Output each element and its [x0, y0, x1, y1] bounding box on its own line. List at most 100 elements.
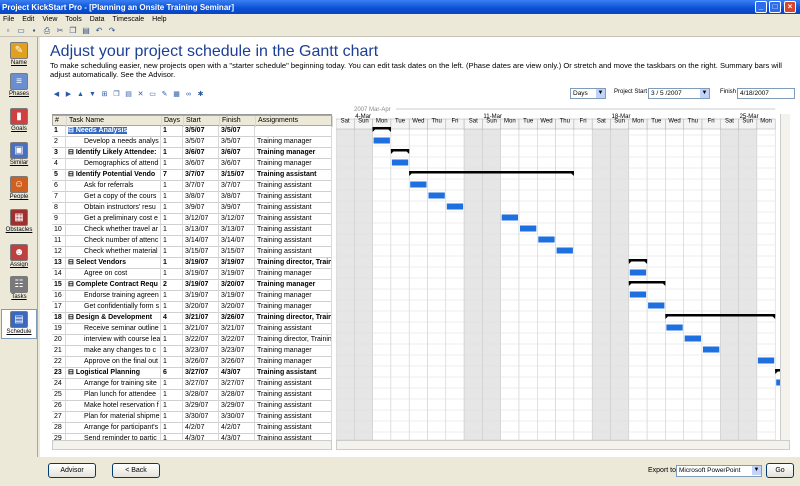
- cell-assignments[interactable]: Training manager: [255, 137, 332, 148]
- cell-task-name[interactable]: Develop a needs analys: [66, 137, 161, 148]
- cell-finish[interactable]: 3/19/07: [219, 269, 255, 280]
- cell-assignments[interactable]: Training assistant: [255, 181, 332, 192]
- cell-days[interactable]: 1: [161, 335, 183, 346]
- cell-start[interactable]: 3/7/07: [183, 170, 219, 181]
- cell-task-name[interactable]: ⊟ Complete Contract Requ: [66, 280, 161, 291]
- cell-start[interactable]: 3/30/07: [183, 412, 219, 423]
- sidebar-item-phases[interactable]: ≡ Phases: [1, 72, 37, 102]
- cell-number[interactable]: 3: [52, 148, 66, 159]
- cell-start[interactable]: 3/21/07: [183, 324, 219, 335]
- cell-start[interactable]: 3/23/07: [183, 346, 219, 357]
- cell-finish[interactable]: 3/19/07: [219, 258, 255, 269]
- cell-start[interactable]: 3/26/07: [183, 357, 219, 368]
- table-row[interactable]: 16 Endorse training agreen 1 3/19/07 3/19/07…: [52, 291, 332, 302]
- table-row[interactable]: 4 Demographics of attend 1 3/6/07 3/6/07 Trai…: [52, 159, 332, 170]
- arrow-up-icon[interactable]: ▲: [76, 90, 85, 99]
- cell-assignments[interactable]: Training manager: [255, 269, 332, 280]
- cut-icon[interactable]: ✂: [55, 26, 65, 36]
- advisor-button[interactable]: Advisor: [48, 463, 96, 478]
- cell-days[interactable]: 1: [161, 423, 183, 434]
- cell-assignments[interactable]: Training director, Training: [255, 335, 332, 346]
- close-button[interactable]: ×: [784, 1, 796, 13]
- sidebar-item-obstacles[interactable]: ▦ Obstacles: [1, 208, 37, 238]
- table-row[interactable]: 19 Receive seminar outline 1 3/21/07 3/21/07…: [52, 324, 332, 335]
- timescale-select[interactable]: Days ▼: [570, 88, 606, 99]
- table-row[interactable]: 13 ⊟ Select Vendors 1 3/19/07 3/19/07 Trainin…: [52, 258, 332, 269]
- cell-start[interactable]: 3/19/07: [183, 291, 219, 302]
- cell-task-name[interactable]: Endorse training agreen: [66, 291, 161, 302]
- cell-assignments[interactable]: [255, 126, 332, 137]
- cell-number[interactable]: 19: [52, 324, 66, 335]
- collapse-icon[interactable]: ⊟: [68, 127, 76, 134]
- arrow-down-icon[interactable]: ▼: [88, 90, 97, 99]
- cell-assignments[interactable]: Training director, Traini: [255, 313, 332, 324]
- cell-finish[interactable]: 4/3/07: [219, 368, 255, 379]
- cell-number[interactable]: 13: [52, 258, 66, 269]
- cell-number[interactable]: 27: [52, 412, 66, 423]
- table-row[interactable]: 24 Arrange for training site 1 3/27/07 3/27/…: [52, 379, 332, 390]
- cell-days[interactable]: 1: [161, 412, 183, 423]
- collapse-icon[interactable]: ⊟: [68, 259, 76, 266]
- cell-start[interactable]: 3/8/07: [183, 192, 219, 203]
- cell-assignments[interactable]: Training assistant: [255, 236, 332, 247]
- cell-start[interactable]: 3/27/07: [183, 379, 219, 390]
- cell-task-name[interactable]: Check whether travel ar: [66, 225, 161, 236]
- cell-number[interactable]: 14: [52, 269, 66, 280]
- cell-days[interactable]: 1: [161, 126, 183, 137]
- cell-finish[interactable]: 3/22/07: [219, 335, 255, 346]
- cell-assignments[interactable]: Training assistant: [255, 192, 332, 203]
- cell-finish[interactable]: 3/8/07: [219, 192, 255, 203]
- folder-icon[interactable]: ▭: [148, 90, 157, 99]
- cell-number[interactable]: 15: [52, 280, 66, 291]
- menu-data[interactable]: Data: [90, 16, 105, 23]
- cell-days[interactable]: 1: [161, 401, 183, 412]
- cell-task-name[interactable]: Plan lunch for attendee: [66, 390, 161, 401]
- table-row[interactable]: 3 ⊟ Identify Likely Attendee: 1 3/6/07 3/6/0…: [52, 148, 332, 159]
- cell-days[interactable]: 2: [161, 280, 183, 291]
- cell-days[interactable]: 1: [161, 247, 183, 258]
- paste-task-icon[interactable]: ▤: [124, 90, 133, 99]
- cell-finish[interactable]: 3/23/07: [219, 346, 255, 357]
- cell-days[interactable]: 1: [161, 357, 183, 368]
- cell-number[interactable]: 21: [52, 346, 66, 357]
- cell-finish[interactable]: 3/20/07: [219, 280, 255, 291]
- cell-start[interactable]: 3/9/07: [183, 203, 219, 214]
- cell-task-name[interactable]: ⊟ Select Vendors: [66, 258, 161, 269]
- back-button[interactable]: < Back: [112, 463, 160, 478]
- cell-assignments[interactable]: Training manager: [255, 159, 332, 170]
- cell-start[interactable]: 3/7/07: [183, 181, 219, 192]
- cell-number[interactable]: 26: [52, 401, 66, 412]
- cell-assignments[interactable]: Training assistant: [255, 214, 332, 225]
- gantt-horizontal-scrollbar[interactable]: [336, 440, 790, 450]
- table-row[interactable]: 20 interview with course lea 1 3/22/07 3/22/…: [52, 335, 332, 346]
- cell-days[interactable]: 1: [161, 346, 183, 357]
- sidebar-item-goals[interactable]: ▮ Goals: [1, 107, 37, 137]
- cell-assignments[interactable]: Training director, Traini: [255, 258, 332, 269]
- cell-days[interactable]: 1: [161, 148, 183, 159]
- collapse-icon[interactable]: ⊟: [68, 314, 76, 321]
- cell-task-name[interactable]: Demographics of attend: [66, 159, 161, 170]
- cell-assignments[interactable]: Training assistant: [255, 423, 332, 434]
- sidebar-item-assign[interactable]: ☻ Assign: [1, 243, 37, 273]
- menu-help[interactable]: Help: [152, 16, 166, 23]
- table-row[interactable]: 26 Make hotel reservation f 1 3/29/07 3/29/0…: [52, 401, 332, 412]
- copy-task-icon[interactable]: ❐: [112, 90, 121, 99]
- cell-number[interactable]: 11: [52, 236, 66, 247]
- cell-number[interactable]: 24: [52, 379, 66, 390]
- cell-finish[interactable]: 3/13/07: [219, 225, 255, 236]
- link-icon[interactable]: ∞: [184, 90, 193, 99]
- cell-number[interactable]: 17: [52, 302, 66, 313]
- table-horizontal-scrollbar[interactable]: [52, 440, 332, 450]
- cell-start[interactable]: 3/13/07: [183, 225, 219, 236]
- cell-days[interactable]: 1: [161, 269, 183, 280]
- table-row[interactable]: 15 ⊟ Complete Contract Requ 2 3/19/07 3/20/0…: [52, 280, 332, 291]
- redo-icon[interactable]: ↷: [107, 26, 117, 36]
- cell-task-name[interactable]: Receive seminar outline: [66, 324, 161, 335]
- cell-assignments[interactable]: Training manager: [255, 302, 332, 313]
- cell-number[interactable]: 5: [52, 170, 66, 181]
- cell-days[interactable]: 1: [161, 258, 183, 269]
- cell-days[interactable]: 1: [161, 390, 183, 401]
- cell-task-name[interactable]: Check number of attenc: [66, 236, 161, 247]
- cell-number[interactable]: 10: [52, 225, 66, 236]
- cell-finish[interactable]: 3/26/07: [219, 357, 255, 368]
